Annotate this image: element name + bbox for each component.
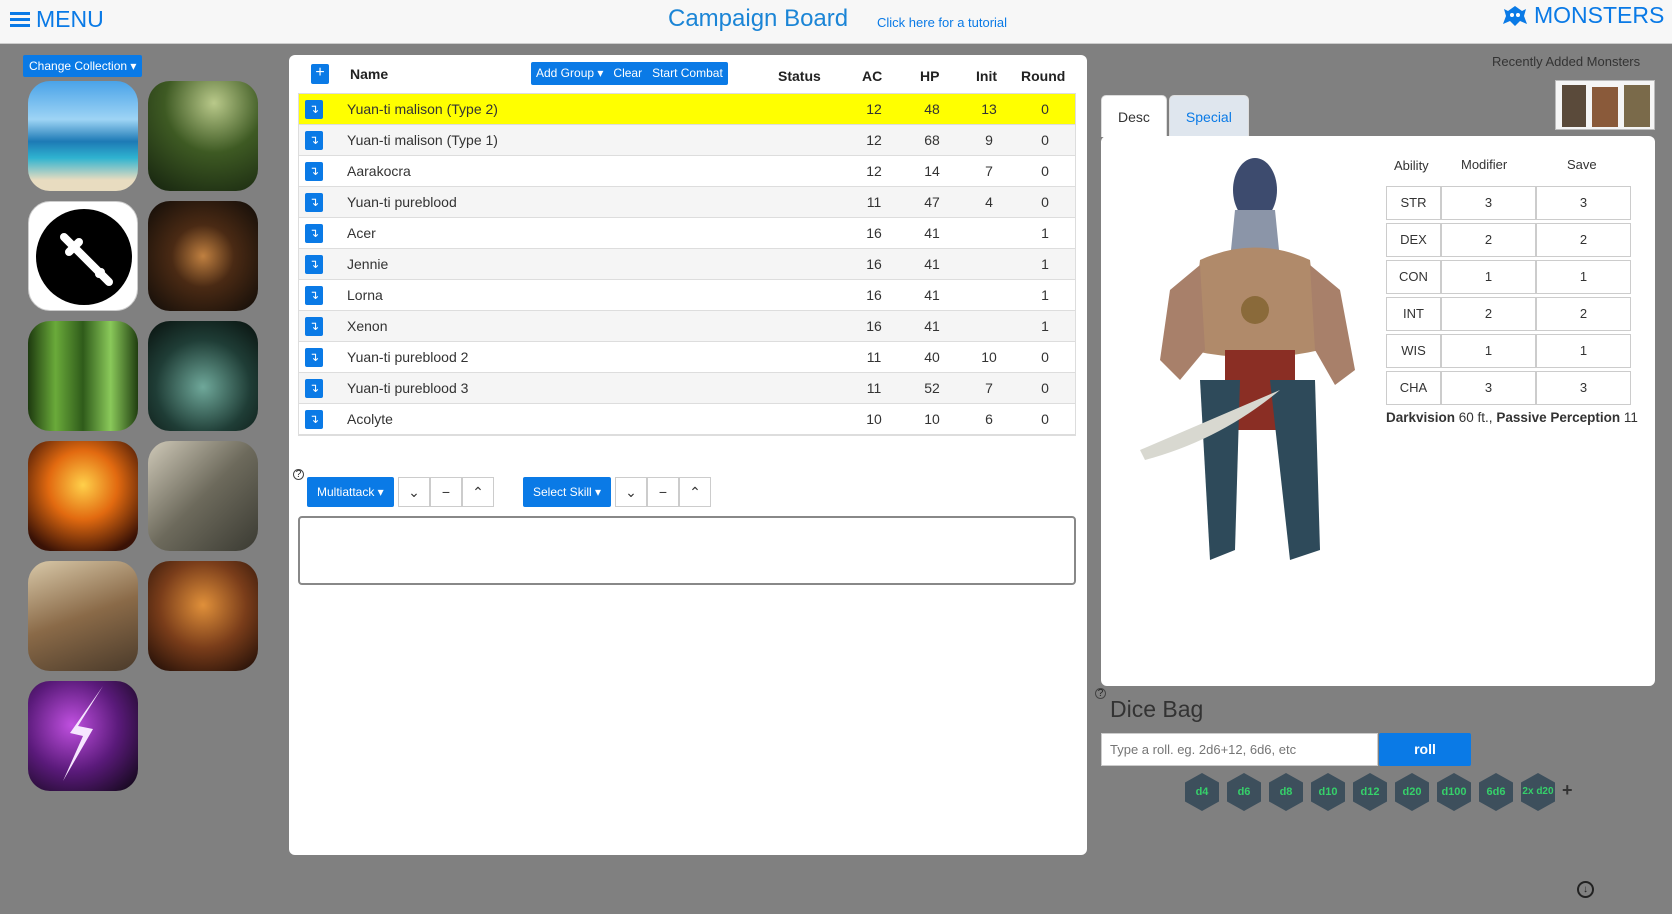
green-forest-tile[interactable] [28, 321, 138, 431]
save-header: Save [1567, 157, 1597, 172]
monsters-label: MONSTERS [1534, 2, 1665, 28]
move-down-icon[interactable]: ↴ [305, 100, 323, 119]
lightning-tile[interactable] [28, 681, 138, 791]
table-row[interactable]: ↴ Lorna 16 41 1 [299, 280, 1075, 311]
chevron-down-icon[interactable]: ⌄ [398, 477, 430, 507]
market-tile[interactable] [28, 561, 138, 671]
detail-tabs: Desc Special [1101, 95, 1249, 137]
monster-icon [1503, 5, 1527, 26]
chevron-up-icon[interactable]: ⌃ [679, 477, 711, 507]
beach-scene-tile[interactable] [28, 81, 138, 191]
sword-tile[interactable] [28, 201, 138, 311]
move-down-icon[interactable]: ↴ [305, 255, 323, 274]
col-name: Name [350, 66, 389, 82]
move-down-icon[interactable]: ↴ [305, 317, 323, 336]
monster-portrait [1140, 158, 1355, 560]
help-icon[interactable]: ? [293, 469, 304, 480]
tavern-tile[interactable] [148, 561, 258, 671]
tutorial-link[interactable]: Click here for a tutorial [877, 15, 1007, 30]
minus-icon[interactable]: − [647, 477, 679, 507]
d8-die-button[interactable]: d8 [1269, 773, 1303, 811]
ability-row: DEX 2 2 [1386, 223, 1631, 257]
move-down-icon[interactable]: ↴ [305, 410, 323, 429]
chevron-up-icon[interactable]: ⌃ [462, 477, 494, 507]
2x-d20-die-button[interactable]: 2x d20 [1521, 773, 1555, 811]
d4-die-button[interactable]: d4 [1185, 773, 1219, 811]
table-row[interactable]: ↴ Yuan-ti pureblood 3 11 52 7 0 [299, 373, 1075, 404]
table-row[interactable]: ↴ Yuan-ti malison (Type 2) 12 48 13 0 [299, 94, 1075, 125]
table-row[interactable]: ↴ Yuan-ti pureblood 2 11 40 10 0 [299, 342, 1075, 373]
add-group-button[interactable]: Add Group ▾ [531, 62, 608, 85]
dungeon-tile[interactable] [148, 201, 258, 311]
d100-die-button[interactable]: d100 [1437, 773, 1471, 811]
dice-roll-input[interactable] [1101, 733, 1378, 766]
col-round: Round [1021, 68, 1066, 84]
monsters-button[interactable]: MONSTERS [1502, 2, 1664, 29]
battle-tile[interactable] [148, 441, 258, 551]
dice-bag-title: Dice Bag [1110, 696, 1204, 722]
ability-row: CON 1 1 [1386, 260, 1631, 294]
table-row[interactable]: ↴ Acer 16 41 1 [299, 218, 1075, 249]
ability-row: INT 2 2 [1386, 297, 1631, 331]
table-row[interactable]: ↴ Acolyte 10 10 6 0 [299, 404, 1075, 435]
menu-label: MENU [36, 6, 104, 32]
dark-forest-tile[interactable] [148, 321, 258, 431]
table-row[interactable]: ↴ Aarakocra 12 14 7 0 [299, 156, 1075, 187]
table-row[interactable]: ↴ Yuan-ti pureblood 11 47 4 0 [299, 187, 1075, 218]
table-row[interactable]: ↴ Xenon 16 41 1 [299, 311, 1075, 342]
add-creature-button[interactable]: + [311, 64, 329, 84]
col-init: Init [976, 68, 997, 84]
d12-die-button[interactable]: d12 [1353, 773, 1387, 811]
move-down-icon[interactable]: ↴ [305, 131, 323, 150]
move-down-icon[interactable]: ↴ [305, 379, 323, 398]
tab-desc[interactable]: Desc [1101, 95, 1167, 137]
table-row[interactable]: ↴ Jennie 16 41 1 [299, 249, 1075, 280]
minus-icon[interactable]: − [430, 477, 462, 507]
add-die-icon[interactable]: + [1562, 780, 1573, 801]
ability-row: WIS 1 1 [1386, 334, 1631, 368]
multiattack-dropdown[interactable]: Multiattack ▾ [307, 477, 394, 507]
move-down-icon[interactable]: ↴ [305, 193, 323, 212]
col-hp: HP [920, 68, 940, 84]
move-down-icon[interactable]: ↴ [305, 348, 323, 367]
start-combat-button[interactable]: Start Combat [647, 62, 728, 85]
ability-row: STR 3 3 [1386, 186, 1631, 220]
page-title: Campaign Board [668, 5, 849, 32]
download-icon[interactable]: ↓ [1577, 881, 1594, 898]
group-buttons: Add Group ▾ Clear Start Combat [531, 62, 728, 85]
move-down-icon[interactable]: ↴ [305, 224, 323, 243]
menu-button[interactable]: MENU [10, 6, 104, 33]
move-down-icon[interactable]: ↴ [305, 162, 323, 181]
tab-special[interactable]: Special [1168, 95, 1249, 137]
sword-icon [36, 209, 132, 305]
change-collection-button[interactable]: Change Collection ▾ [23, 55, 143, 77]
d6-die-button[interactable]: d6 [1227, 773, 1261, 811]
modifier-header: Modifier [1461, 157, 1508, 172]
fire-tile[interactable] [28, 441, 138, 551]
d10-die-button[interactable]: d10 [1311, 773, 1345, 811]
initiative-table: ↴ Yuan-ti malison (Type 2) 12 48 13 0 ↴ Yuan-t… [298, 93, 1076, 436]
roll-button[interactable]: roll [1379, 733, 1471, 766]
recent-monsters-thumbnails[interactable] [1555, 80, 1655, 130]
hamburger-icon [10, 12, 30, 27]
monster-thumbnails-icon [1562, 85, 1650, 127]
forest-ruins-tile[interactable] [148, 81, 258, 191]
ability-header: Ability [1394, 158, 1429, 173]
col-ac: AC [862, 68, 883, 84]
lightning-icon [63, 686, 103, 781]
table-row[interactable]: ↴ Yuan-ti malison (Type 1) 12 68 9 0 [299, 125, 1075, 156]
combat-log-textarea[interactable] [298, 516, 1076, 585]
col-status: Status [778, 68, 821, 84]
6d6-die-button[interactable]: 6d6 [1479, 773, 1513, 811]
select-skill-dropdown[interactable]: Select Skill ▾ [523, 477, 612, 507]
help-icon[interactable]: ? [1095, 688, 1106, 699]
move-down-icon[interactable]: ↴ [305, 286, 323, 305]
chevron-down-icon[interactable]: ⌄ [615, 477, 647, 507]
recently-added-label: Recently Added Monsters [1492, 54, 1641, 69]
clear-button[interactable]: Clear [608, 62, 647, 85]
ability-row: CHA 3 3 [1386, 371, 1631, 405]
senses-text: Darkvision 60 ft., Passive Perception 11 [1386, 410, 1638, 425]
d20-die-button[interactable]: d20 [1395, 773, 1429, 811]
